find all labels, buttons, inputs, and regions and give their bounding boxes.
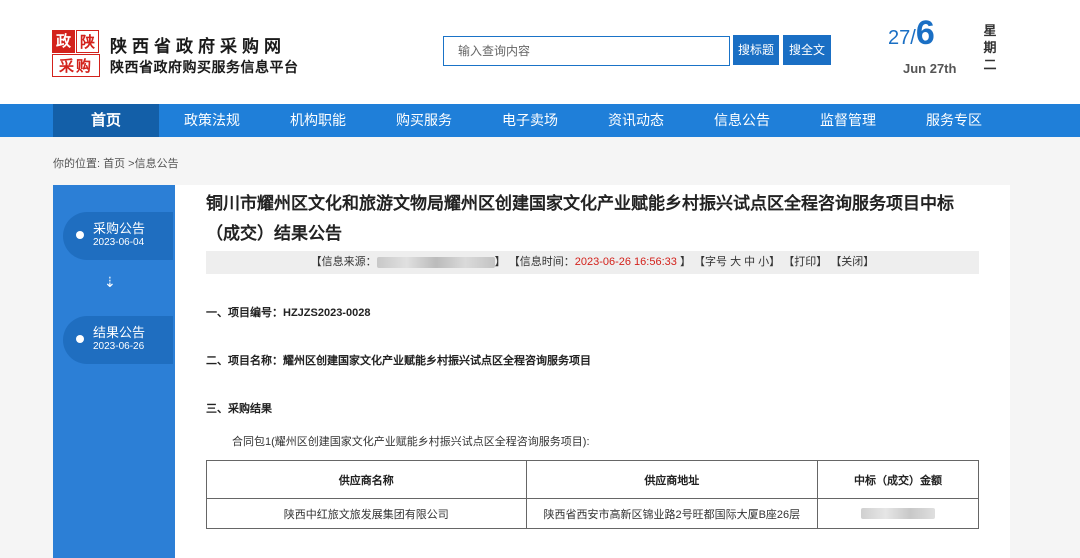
breadcrumb-notices-link[interactable]: 信息公告 (135, 158, 179, 170)
article-meta-bar: 【信息来源： 】 【信息时间：2023-06-26 16:56:33 】 【字号 … (206, 251, 979, 274)
font-size-control[interactable]: 【字号 大 中 小】 (694, 256, 780, 268)
breadcrumb-home-link[interactable]: 首页 (103, 158, 125, 170)
arrow-down-icon: ⇣ (104, 274, 116, 290)
timeline-dot-icon (76, 231, 84, 239)
logo-char-1: 政 (52, 30, 75, 53)
date-english: Jun 27th (903, 61, 957, 76)
logo-char-2: 陕 (76, 30, 99, 53)
nav-item-news[interactable]: 资讯动态 (583, 104, 689, 137)
meta-source-redacted (376, 256, 495, 268)
nav-item-purchase-service[interactable]: 购买服务 (371, 104, 477, 137)
nav-item-policy[interactable]: 政策法规 (159, 104, 265, 137)
nav-item-supervision[interactable]: 监督管理 (795, 104, 901, 137)
timeline-dot-icon (76, 335, 84, 343)
meta-source-label: 【信息来源： (310, 256, 377, 268)
breadcrumb: 你的位置: 首页 >信息公告 (53, 155, 179, 171)
supplier-address-cell: 陕西省西安市高新区锦业路2号旺都国际大厦B座26层 (525, 498, 819, 529)
meta-time-value: 2023-06-26 16:56:33 (574, 256, 677, 268)
weekday-char-1: 星 (983, 23, 997, 38)
timeline-item-purchase-notice[interactable]: 采购公告 2023-06-04 (63, 212, 173, 260)
meta-source-end: 】 (494, 256, 506, 268)
breadcrumb-label: 你的位置: (53, 158, 101, 170)
timeline-item-date: 2023-06-04 (93, 237, 145, 248)
table-header-supplier-address: 供应商地址 (525, 460, 819, 499)
header: 政 陕 采购 陕西省政府采购网 陕西省政府购买服务信息平台 搜标题 搜全文 27… (0, 0, 1080, 104)
nav-item-service-zone[interactable]: 服务专区 (901, 104, 1007, 137)
table-header-row: 供应商名称 供应商地址 中标（成交）金额 (206, 460, 979, 499)
search-input[interactable] (443, 36, 730, 66)
nav-item-e-mall[interactable]: 电子卖场 (477, 104, 583, 137)
timeline-item-title: 采购公告 (93, 221, 146, 236)
amount-cell (817, 498, 979, 529)
date-day: 27/ (888, 27, 916, 49)
weekday-char-3: 二 (983, 57, 997, 72)
project-name: 二、项目名称：耀州区创建国家文化产业赋能乡村振兴试点区全程咨询服务项目 (206, 355, 591, 367)
main-nav: 首页 政策法规 机构职能 购买服务 电子卖场 资讯动态 信息公告 监督管理 服务… (0, 104, 1080, 137)
site-subtitle: 陕西省政府购买服务信息平台 (110, 59, 299, 75)
weekday: 星 期 二 (983, 22, 997, 73)
breadcrumb-separator: > (125, 158, 135, 170)
procurement-result-heading: 三、采购结果 (206, 403, 272, 415)
project-number: 一、项目编号：HZJZS2023-0028 (206, 307, 371, 319)
timeline-item-title: 结果公告 (93, 325, 146, 340)
amount-redacted (861, 508, 936, 520)
print-link[interactable]: 【打印】 (783, 256, 827, 268)
nav-item-notices[interactable]: 信息公告 (689, 104, 795, 137)
nav-item-institutions[interactable]: 机构职能 (265, 104, 371, 137)
timeline-item-date: 2023-06-26 (93, 341, 145, 352)
contract-package-label: 合同包1(耀州区创建国家文化产业赋能乡村振兴试点区全程咨询服务项目): (232, 436, 590, 448)
close-link[interactable]: 【关闭】 (830, 256, 874, 268)
table-row: 陕西中红旅文旅发展集团有限公司 陕西省西安市高新区锦业路2号旺都国际大厦B座26… (206, 498, 979, 529)
nav-item-home[interactable]: 首页 (53, 104, 159, 137)
timeline-item-result-notice[interactable]: 结果公告 2023-06-26 (63, 316, 173, 364)
site-title: 陕西省政府采购网 (110, 37, 286, 56)
supplier-name-cell: 陕西中红旅文旅发展集团有限公司 (206, 498, 527, 529)
logo-char-3-text: 采购 (58, 58, 93, 75)
search-title-button[interactable]: 搜标题 (733, 35, 779, 65)
timeline-sidebar: 采购公告 2023-06-04 ⇣ 结果公告 2023-06-26 (53, 185, 175, 558)
table-header-amount: 中标（成交）金额 (817, 460, 979, 499)
meta-time-end: 】 (676, 256, 691, 268)
logo-char-3: 采购 (52, 54, 100, 77)
date-month: 6 (915, 14, 935, 52)
search-fulltext-button[interactable]: 搜全文 (783, 35, 831, 65)
article-content: 铜川市耀州区文化和旅游文物局耀州区创建国家文化产业赋能乡村振兴试点区全程咨询服务… (175, 185, 1010, 558)
meta-time-label: 【信息时间： (508, 256, 575, 268)
site-logo[interactable]: 政 陕 采购 (52, 30, 100, 78)
table-header-supplier-name: 供应商名称 (206, 460, 527, 499)
date-display: 27/6 (888, 14, 935, 53)
weekday-char-2: 期 (983, 40, 997, 55)
article-title: 铜川市耀州区文化和旅游文物局耀州区创建国家文化产业赋能乡村振兴试点区全程咨询服务… (206, 194, 954, 243)
result-table: 供应商名称 供应商地址 中标（成交）金额 陕西中红旅文旅发展集团有限公司 陕西省… (206, 460, 979, 529)
